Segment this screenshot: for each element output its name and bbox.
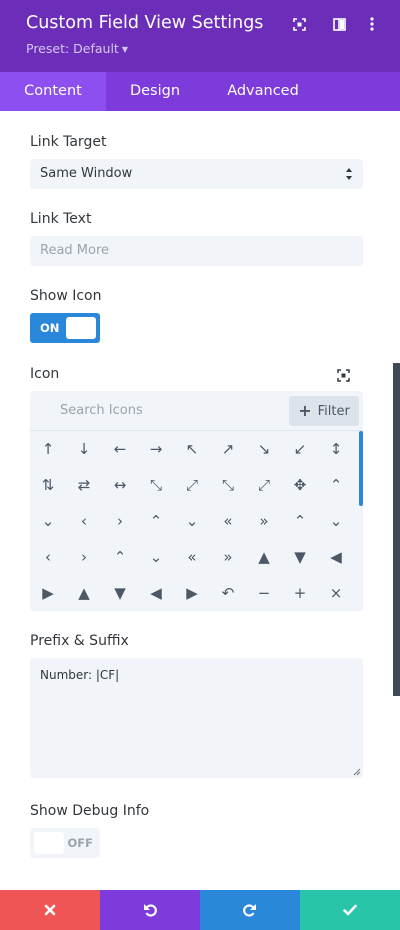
- settings-header: Custom Field View Settings Preset: Defau…: [0, 0, 400, 72]
- icon-option-icon[interactable]: ↗: [210, 431, 246, 467]
- show-debug-label: Show Debug Info: [30, 803, 150, 819]
- icon-option-icon[interactable]: ↑: [30, 431, 66, 467]
- icon-option-icon[interactable]: ▲: [66, 575, 102, 611]
- icon-option-icon[interactable]: ▲: [246, 539, 282, 575]
- icon-option-icon[interactable]: ←: [102, 431, 138, 467]
- icon-option-icon[interactable]: ⌃: [318, 467, 354, 503]
- icon-option-icon[interactable]: ↶: [210, 575, 246, 611]
- action-bar: [0, 890, 400, 930]
- toggle-knob: [66, 317, 96, 339]
- icon-option-icon[interactable]: ⌃: [282, 503, 318, 539]
- preset-selector[interactable]: Preset: Default ▼: [26, 41, 128, 56]
- icon-option-icon[interactable]: ⤡: [138, 467, 174, 503]
- icon-option-icon[interactable]: »: [210, 539, 246, 575]
- icon-option-icon[interactable]: ↘: [246, 431, 282, 467]
- modal-title: Custom Field View Settings: [26, 13, 264, 33]
- icon-option-icon[interactable]: ▶: [30, 575, 66, 611]
- filter-label: Filter: [317, 403, 350, 419]
- icon-option-icon[interactable]: »: [246, 503, 282, 539]
- sidebar-icon[interactable]: [330, 15, 348, 33]
- icon-option-icon[interactable]: ▼: [282, 539, 318, 575]
- icon-option-icon[interactable]: «: [174, 539, 210, 575]
- filter-button[interactable]: + Filter: [289, 396, 359, 426]
- icon-option-icon[interactable]: ⌃: [138, 503, 174, 539]
- discard-icon: [44, 904, 56, 916]
- icon-option-icon[interactable]: ✥: [282, 467, 318, 503]
- tab-content[interactable]: Content: [0, 72, 106, 111]
- icon-option-icon[interactable]: ⇄: [66, 467, 102, 503]
- icon-option-icon[interactable]: +: [282, 575, 318, 611]
- toggle-state: OFF: [67, 836, 94, 850]
- toggle-knob: [34, 832, 64, 854]
- icon-option-icon[interactable]: ↔: [102, 467, 138, 503]
- show-debug-toggle[interactable]: OFF: [30, 828, 100, 858]
- link-text-input[interactable]: Read More: [30, 236, 363, 266]
- undo-button[interactable]: [100, 890, 200, 930]
- icon-option-icon[interactable]: →: [138, 431, 174, 467]
- resize-grip-icon[interactable]: [353, 768, 361, 776]
- icon-option-icon[interactable]: ›: [102, 503, 138, 539]
- icon-search-bar: Search Icons + Filter: [30, 391, 363, 431]
- icon-option-icon[interactable]: ⤡: [210, 467, 246, 503]
- more-icon[interactable]: [363, 15, 381, 33]
- icon-option-icon[interactable]: ◀: [138, 575, 174, 611]
- tab-advanced[interactable]: Advanced: [204, 72, 322, 111]
- select-arrows-icon: [346, 168, 352, 180]
- save-button[interactable]: [300, 890, 400, 930]
- link-target-value: Same Window: [40, 166, 133, 181]
- icon-option-icon[interactable]: ⤢: [174, 467, 210, 503]
- prefix-suffix-value: Number: |CF|: [40, 668, 120, 682]
- fullscreen-icon[interactable]: [334, 366, 352, 384]
- icon-option-icon[interactable]: ↙: [282, 431, 318, 467]
- icon-option-icon[interactable]: ‹: [30, 539, 66, 575]
- fullscreen-icon[interactable]: [290, 15, 308, 33]
- icon-option-icon[interactable]: ⌄: [30, 503, 66, 539]
- icon-option-icon[interactable]: ‹: [66, 503, 102, 539]
- show-icon-toggle[interactable]: ON: [30, 313, 100, 343]
- show-icon-label: Show Icon: [30, 288, 102, 304]
- icon-option-icon[interactable]: ◀: [318, 539, 354, 575]
- icon-option-icon[interactable]: −: [246, 575, 282, 611]
- preset-label: Preset: Default: [26, 41, 119, 56]
- prefix-suffix-label: Prefix & Suffix: [30, 633, 129, 649]
- icon-option-icon[interactable]: ↖: [174, 431, 210, 467]
- link-target-label: Link Target: [30, 134, 107, 150]
- undo-icon: [144, 904, 157, 917]
- link-target-select[interactable]: Same Window: [30, 159, 363, 189]
- icon-label: Icon: [30, 366, 60, 382]
- icon-picker: Search Icons + Filter ↑ ↓ ← → ↖ ↗ ↘ ↙ ↕ ⇅ ⇄ ↔ ⤡ ⤢ ⤡ ⤢ ✥ ⌃…: [30, 391, 363, 611]
- save-icon: [343, 904, 357, 916]
- toggle-state: ON: [40, 321, 60, 335]
- icon-option-icon[interactable]: ›: [66, 539, 102, 575]
- page-scrollbar[interactable]: [393, 363, 400, 696]
- icon-option-icon[interactable]: ⌃: [102, 539, 138, 575]
- icon-search-input[interactable]: Search Icons: [60, 403, 143, 418]
- link-text-label: Link Text: [30, 211, 92, 227]
- caret-down-icon: ▼: [121, 44, 128, 54]
- plus-icon: +: [298, 401, 312, 420]
- icon-grid-scrollbar[interactable]: [359, 431, 363, 506]
- icon-option-icon[interactable]: ⌄: [318, 503, 354, 539]
- icon-option-icon[interactable]: ⇅: [30, 467, 66, 503]
- redo-icon: [243, 904, 256, 917]
- icon-option-icon[interactable]: «: [210, 503, 246, 539]
- icon-option-icon[interactable]: ⤢: [246, 467, 282, 503]
- discard-button[interactable]: [0, 890, 100, 930]
- icon-option-icon[interactable]: ▶: [174, 575, 210, 611]
- icon-option-icon[interactable]: ⌄: [138, 539, 174, 575]
- icon-option-icon[interactable]: ×: [318, 575, 354, 611]
- icon-option-icon[interactable]: ↓: [66, 431, 102, 467]
- icon-option-icon[interactable]: ⌄: [174, 503, 210, 539]
- icon-option-icon[interactable]: ▼: [102, 575, 138, 611]
- icon-option-icon[interactable]: ↕: [318, 431, 354, 467]
- tab-design[interactable]: Design: [106, 72, 204, 111]
- tab-bar: Content Design Advanced: [0, 72, 400, 111]
- prefix-suffix-textarea[interactable]: Number: |CF|: [30, 658, 363, 778]
- redo-button[interactable]: [200, 890, 300, 930]
